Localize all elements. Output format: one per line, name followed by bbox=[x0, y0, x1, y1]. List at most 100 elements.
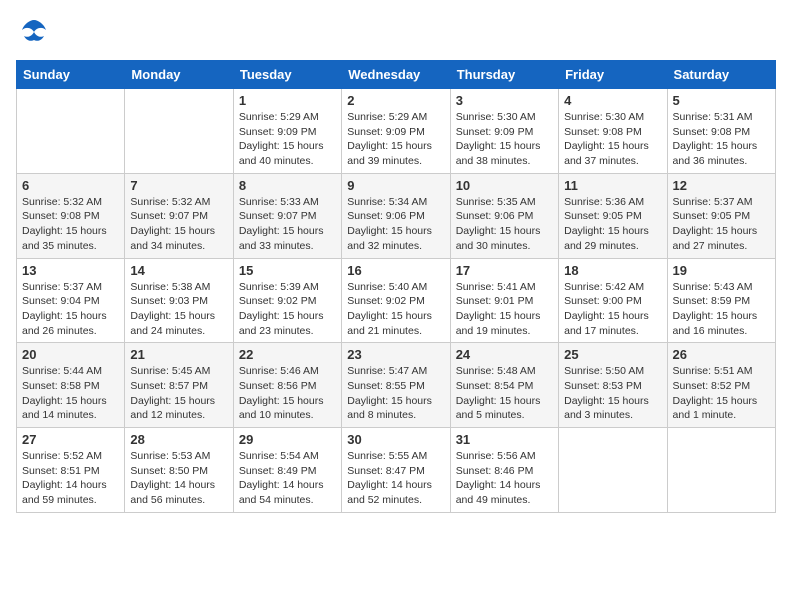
calendar-cell: 31 Sunrise: 5:56 AM Sunset: 8:46 PM Dayli… bbox=[450, 428, 558, 513]
day-number: 6 bbox=[22, 178, 119, 193]
calendar-cell: 23Sunrise: 5:47 AM Sunset: 8:55 PM Dayli… bbox=[342, 343, 450, 428]
day-number: 16 bbox=[347, 263, 444, 278]
day-number: 29 bbox=[239, 432, 336, 447]
calendar-cell: 28 Sunrise: 5:53 AM Sunset: 8:50 PM Dayli… bbox=[125, 428, 233, 513]
calendar-week-row: 6 Sunrise: 5:32 AM Sunset: 9:08 PM Daylig… bbox=[17, 173, 776, 258]
day-number: 25 bbox=[564, 347, 661, 362]
day-info: Sunrise: 5:39 AM Sunset: 9:02 PM Dayligh… bbox=[239, 280, 336, 339]
day-info: Sunrise: 5:34 AM Sunset: 9:06 PM Dayligh… bbox=[347, 195, 444, 254]
day-info: Sunrise: 5:41 AM Sunset: 9:01 PM Dayligh… bbox=[456, 280, 553, 339]
day-info: Sunrise: 5:33 AM Sunset: 9:07 PM Dayligh… bbox=[239, 195, 336, 254]
calendar-cell bbox=[17, 89, 125, 174]
calendar-cell bbox=[667, 428, 775, 513]
calendar-cell: 11 Sunrise: 5:36 AM Sunset: 9:05 PM Dayli… bbox=[559, 173, 667, 258]
day-info: Sunrise: 5:29 AM Sunset: 9:09 PM Dayligh… bbox=[239, 110, 336, 169]
calendar-cell: 7 Sunrise: 5:32 AM Sunset: 9:07 PM Daylig… bbox=[125, 173, 233, 258]
day-number: 7 bbox=[130, 178, 227, 193]
calendar-cell: 21 Sunrise: 5:45 AM Sunset: 8:57 PM Dayli… bbox=[125, 343, 233, 428]
day-info: Sunrise: 5:32 AM Sunset: 9:07 PM Dayligh… bbox=[130, 195, 227, 254]
calendar-cell: 6 Sunrise: 5:32 AM Sunset: 9:08 PM Daylig… bbox=[17, 173, 125, 258]
calendar-cell: 4Sunrise: 5:30 AM Sunset: 9:08 PM Daylig… bbox=[559, 89, 667, 174]
calendar-cell: 18 Sunrise: 5:42 AM Sunset: 9:00 PM Dayli… bbox=[559, 258, 667, 343]
calendar-week-row: 27 Sunrise: 5:52 AM Sunset: 8:51 PM Dayli… bbox=[17, 428, 776, 513]
day-number: 28 bbox=[130, 432, 227, 447]
day-info: Sunrise: 5:53 AM Sunset: 8:50 PM Dayligh… bbox=[130, 449, 227, 508]
day-number: 1 bbox=[239, 93, 336, 108]
day-number: 13 bbox=[22, 263, 119, 278]
calendar-weekday-tuesday: Tuesday bbox=[233, 61, 341, 89]
calendar-weekday-thursday: Thursday bbox=[450, 61, 558, 89]
calendar-cell: 25 Sunrise: 5:50 AM Sunset: 8:53 PM Dayli… bbox=[559, 343, 667, 428]
day-info: Sunrise: 5:52 AM Sunset: 8:51 PM Dayligh… bbox=[22, 449, 119, 508]
day-number: 11 bbox=[564, 178, 661, 193]
calendar-weekday-monday: Monday bbox=[125, 61, 233, 89]
day-number: 17 bbox=[456, 263, 553, 278]
day-info: Sunrise: 5:35 AM Sunset: 9:06 PM Dayligh… bbox=[456, 195, 553, 254]
day-number: 27 bbox=[22, 432, 119, 447]
calendar-cell: 24 Sunrise: 5:48 AM Sunset: 8:54 PM Dayli… bbox=[450, 343, 558, 428]
day-number: 31 bbox=[456, 432, 553, 447]
day-info: Sunrise: 5:36 AM Sunset: 9:05 PM Dayligh… bbox=[564, 195, 661, 254]
calendar-week-row: 13 Sunrise: 5:37 AM Sunset: 9:04 PM Dayli… bbox=[17, 258, 776, 343]
day-info: Sunrise: 5:29 AM Sunset: 9:09 PM Dayligh… bbox=[347, 110, 444, 169]
calendar-cell: 22 Sunrise: 5:46 AM Sunset: 8:56 PM Dayli… bbox=[233, 343, 341, 428]
day-number: 18 bbox=[564, 263, 661, 278]
day-info: Sunrise: 5:45 AM Sunset: 8:57 PM Dayligh… bbox=[130, 364, 227, 423]
day-info: Sunrise: 5:54 AM Sunset: 8:49 PM Dayligh… bbox=[239, 449, 336, 508]
day-info: Sunrise: 5:37 AM Sunset: 9:04 PM Dayligh… bbox=[22, 280, 119, 339]
day-number: 21 bbox=[130, 347, 227, 362]
calendar-cell: 5 Sunrise: 5:31 AM Sunset: 9:08 PM Daylig… bbox=[667, 89, 775, 174]
day-info: Sunrise: 5:50 AM Sunset: 8:53 PM Dayligh… bbox=[564, 364, 661, 423]
day-number: 14 bbox=[130, 263, 227, 278]
calendar-cell: 16Sunrise: 5:40 AM Sunset: 9:02 PM Dayli… bbox=[342, 258, 450, 343]
calendar-cell: 26 Sunrise: 5:51 AM Sunset: 8:52 PM Dayli… bbox=[667, 343, 775, 428]
calendar-cell: 15 Sunrise: 5:39 AM Sunset: 9:02 PM Dayli… bbox=[233, 258, 341, 343]
calendar-cell: 12 Sunrise: 5:37 AM Sunset: 9:05 PM Dayli… bbox=[667, 173, 775, 258]
day-info: Sunrise: 5:32 AM Sunset: 9:08 PM Dayligh… bbox=[22, 195, 119, 254]
day-number: 2 bbox=[347, 93, 444, 108]
day-number: 5 bbox=[673, 93, 770, 108]
day-info: Sunrise: 5:37 AM Sunset: 9:05 PM Dayligh… bbox=[673, 195, 770, 254]
day-info: Sunrise: 5:31 AM Sunset: 9:08 PM Dayligh… bbox=[673, 110, 770, 169]
calendar-cell: 27 Sunrise: 5:52 AM Sunset: 8:51 PM Dayli… bbox=[17, 428, 125, 513]
day-info: Sunrise: 5:43 AM Sunset: 8:59 PM Dayligh… bbox=[673, 280, 770, 339]
calendar-table: SundayMondayTuesdayWednesdayThursdayFrid… bbox=[16, 60, 776, 513]
day-info: Sunrise: 5:56 AM Sunset: 8:46 PM Dayligh… bbox=[456, 449, 553, 508]
calendar-header-row: SundayMondayTuesdayWednesdayThursdayFrid… bbox=[17, 61, 776, 89]
calendar-weekday-saturday: Saturday bbox=[667, 61, 775, 89]
logo-bird-icon bbox=[20, 16, 48, 50]
day-number: 15 bbox=[239, 263, 336, 278]
calendar-cell: 30Sunrise: 5:55 AM Sunset: 8:47 PM Dayli… bbox=[342, 428, 450, 513]
day-number: 24 bbox=[456, 347, 553, 362]
calendar-cell: 20 Sunrise: 5:44 AM Sunset: 8:58 PM Dayli… bbox=[17, 343, 125, 428]
calendar-week-row: 20 Sunrise: 5:44 AM Sunset: 8:58 PM Dayli… bbox=[17, 343, 776, 428]
day-info: Sunrise: 5:47 AM Sunset: 8:55 PM Dayligh… bbox=[347, 364, 444, 423]
day-number: 12 bbox=[673, 178, 770, 193]
calendar-cell: 8Sunrise: 5:33 AM Sunset: 9:07 PM Daylig… bbox=[233, 173, 341, 258]
calendar-weekday-wednesday: Wednesday bbox=[342, 61, 450, 89]
day-number: 10 bbox=[456, 178, 553, 193]
day-info: Sunrise: 5:42 AM Sunset: 9:00 PM Dayligh… bbox=[564, 280, 661, 339]
day-info: Sunrise: 5:51 AM Sunset: 8:52 PM Dayligh… bbox=[673, 364, 770, 423]
day-info: Sunrise: 5:46 AM Sunset: 8:56 PM Dayligh… bbox=[239, 364, 336, 423]
day-number: 22 bbox=[239, 347, 336, 362]
calendar-cell: 17 Sunrise: 5:41 AM Sunset: 9:01 PM Dayli… bbox=[450, 258, 558, 343]
calendar-cell: 1 Sunrise: 5:29 AM Sunset: 9:09 PM Daylig… bbox=[233, 89, 341, 174]
day-number: 4 bbox=[564, 93, 661, 108]
calendar-cell: 19 Sunrise: 5:43 AM Sunset: 8:59 PM Dayli… bbox=[667, 258, 775, 343]
day-number: 26 bbox=[673, 347, 770, 362]
day-info: Sunrise: 5:55 AM Sunset: 8:47 PM Dayligh… bbox=[347, 449, 444, 508]
day-number: 19 bbox=[673, 263, 770, 278]
page-header bbox=[16, 16, 776, 50]
day-info: Sunrise: 5:48 AM Sunset: 8:54 PM Dayligh… bbox=[456, 364, 553, 423]
calendar-week-row: 1 Sunrise: 5:29 AM Sunset: 9:09 PM Daylig… bbox=[17, 89, 776, 174]
calendar-cell: 3Sunrise: 5:30 AM Sunset: 9:09 PM Daylig… bbox=[450, 89, 558, 174]
calendar-cell: 2 Sunrise: 5:29 AM Sunset: 9:09 PM Daylig… bbox=[342, 89, 450, 174]
calendar-cell: 29 Sunrise: 5:54 AM Sunset: 8:49 PM Dayli… bbox=[233, 428, 341, 513]
day-number: 3 bbox=[456, 93, 553, 108]
day-number: 20 bbox=[22, 347, 119, 362]
calendar-cell: 10 Sunrise: 5:35 AM Sunset: 9:06 PM Dayli… bbox=[450, 173, 558, 258]
calendar-cell: 9Sunrise: 5:34 AM Sunset: 9:06 PM Daylig… bbox=[342, 173, 450, 258]
day-info: Sunrise: 5:44 AM Sunset: 8:58 PM Dayligh… bbox=[22, 364, 119, 423]
logo bbox=[16, 16, 48, 50]
